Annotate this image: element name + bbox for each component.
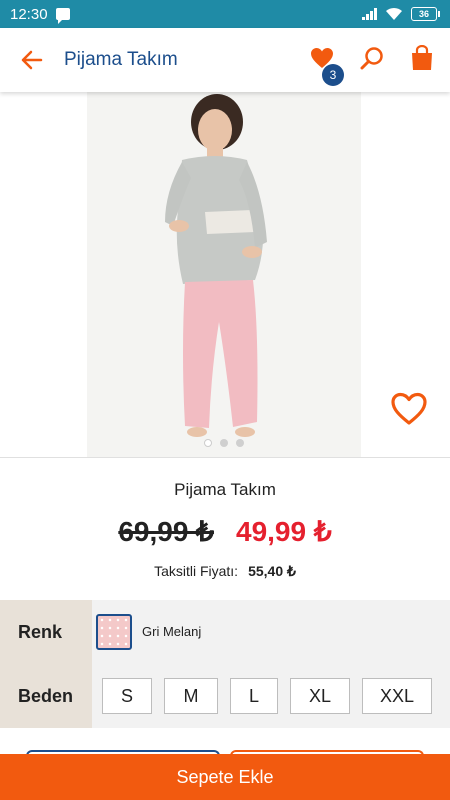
installment-value: 55,40 ₺ [248, 563, 296, 579]
model-illustration [87, 92, 361, 457]
color-row: Renk Gri Melanj [0, 600, 450, 664]
product-options: Renk Gri Melanj Beden S M L XL XXL [0, 600, 450, 728]
back-button[interactable] [0, 28, 64, 92]
size-option-l[interactable]: L [230, 678, 278, 714]
gallery-dot[interactable] [204, 439, 212, 447]
wifi-icon [386, 7, 402, 20]
page-title: Pijama Takım [64, 49, 178, 70]
heart-outline-icon [391, 392, 427, 425]
gallery-dot[interactable] [220, 439, 228, 447]
installment-price: Taksitli Fiyatı: 55,40 ₺ [0, 563, 450, 580]
color-label: Renk [0, 600, 92, 664]
arrow-left-icon [21, 50, 43, 70]
search-icon [360, 46, 383, 69]
app-bar: Pijama Takım 3 [0, 28, 450, 92]
add-to-favorites-button[interactable] [390, 392, 428, 431]
color-name: Gri Melanj [142, 624, 202, 639]
color-swatch-gri-melanj[interactable] [96, 614, 132, 650]
battery-level: 36 [418, 9, 429, 19]
size-option-s[interactable]: S [102, 678, 152, 714]
installment-label: Taksitli Fiyatı: [154, 563, 239, 579]
search-button[interactable] [360, 46, 384, 75]
price-block: 69,99 ₺ 49,99 ₺ [0, 515, 450, 548]
size-row: Beden S M L XL XXL [0, 664, 450, 728]
status-bar: 12:30 36 [0, 0, 450, 28]
signal-icon [362, 8, 377, 20]
product-image-gallery[interactable] [0, 92, 450, 457]
product-name: Pijama Takım [174, 480, 276, 499]
size-option-xxl[interactable]: XXL [362, 678, 432, 714]
product-photo [87, 92, 361, 457]
favorites-count-badge: 3 [322, 63, 344, 86]
cart-button[interactable] [410, 44, 434, 76]
shopping-bag-icon [412, 44, 432, 70]
gallery-pagination [87, 439, 361, 447]
divider [0, 457, 450, 458]
size-label: Beden [0, 664, 92, 728]
favorites-button[interactable]: 3 [310, 47, 344, 86]
sale-price: 49,99 ₺ [236, 516, 332, 547]
size-option-xl[interactable]: XL [290, 678, 350, 714]
gallery-dot[interactable] [236, 439, 244, 447]
battery-icon: 36 [411, 7, 440, 21]
status-time: 12:30 [10, 5, 48, 23]
add-to-cart-button[interactable]: Sepete Ekle [0, 754, 450, 800]
size-option-m[interactable]: M [164, 678, 218, 714]
old-price: 69,99 ₺ [118, 516, 214, 547]
message-notification-icon [55, 8, 70, 24]
